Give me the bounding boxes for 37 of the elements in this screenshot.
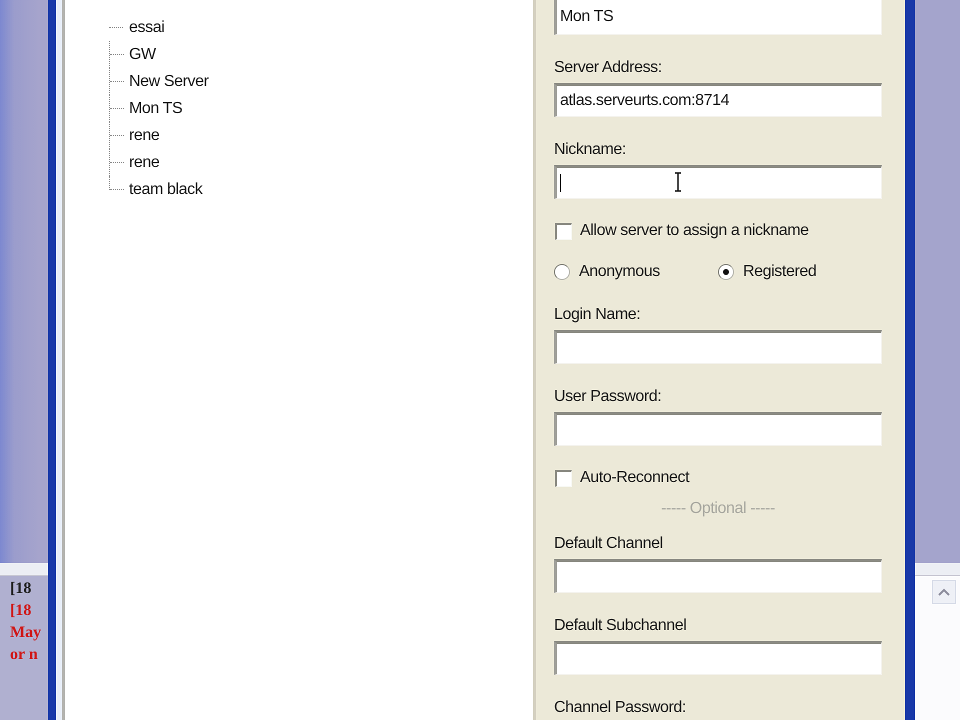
input-field[interactable]	[554, 165, 882, 199]
checkbox[interactable]	[555, 470, 572, 486]
log-line: or n	[10, 645, 39, 665]
checkbox[interactable]	[555, 222, 572, 240]
text-caret	[560, 174, 561, 192]
field-label: Channel Password:	[554, 698, 687, 717]
tree-item[interactable]: team black	[125, 180, 202, 198]
tree-item[interactable]: rene	[125, 154, 160, 172]
field-label: Default Channel	[554, 534, 664, 553]
tree-item[interactable]: Mon TS	[125, 100, 182, 118]
field-label: Nickname:	[554, 140, 627, 159]
log-line: [18	[10, 579, 32, 599]
caret-up-icon	[938, 588, 950, 596]
checkbox-label: Auto-Reconnect	[580, 469, 690, 487]
tree-item[interactable]: rene	[125, 126, 160, 144]
field-label: Default Subchannel	[554, 616, 688, 635]
input-field[interactable]	[554, 641, 882, 675]
log-line: May	[10, 623, 42, 643]
log-line: [18	[10, 601, 32, 621]
radio-button[interactable]	[554, 264, 570, 280]
section-heading: ----- Optional -----	[661, 499, 775, 518]
radio-label: Registered	[743, 263, 816, 281]
input-field[interactable]	[554, 412, 882, 446]
radio-button[interactable]	[718, 264, 734, 280]
input-field[interactable]	[554, 559, 882, 593]
input-field[interactable]: atlas.serveurts.com:8714	[554, 83, 882, 117]
tree-item[interactable]: New Server	[125, 72, 209, 90]
checkbox-label: Allow server to assign a nickname	[580, 222, 809, 240]
scroll-up-button[interactable]	[932, 580, 956, 604]
input-field[interactable]: Mon TS	[554, 0, 882, 35]
field-label: Login Name:	[554, 305, 642, 324]
field-label: Server Address:	[554, 58, 663, 77]
tree-item[interactable]: GW	[125, 46, 156, 64]
tree-item[interactable]: essai	[125, 18, 164, 36]
field-label: User Password:	[554, 387, 662, 406]
input-field[interactable]	[554, 330, 882, 364]
radio-label: Anonymous	[579, 263, 660, 281]
